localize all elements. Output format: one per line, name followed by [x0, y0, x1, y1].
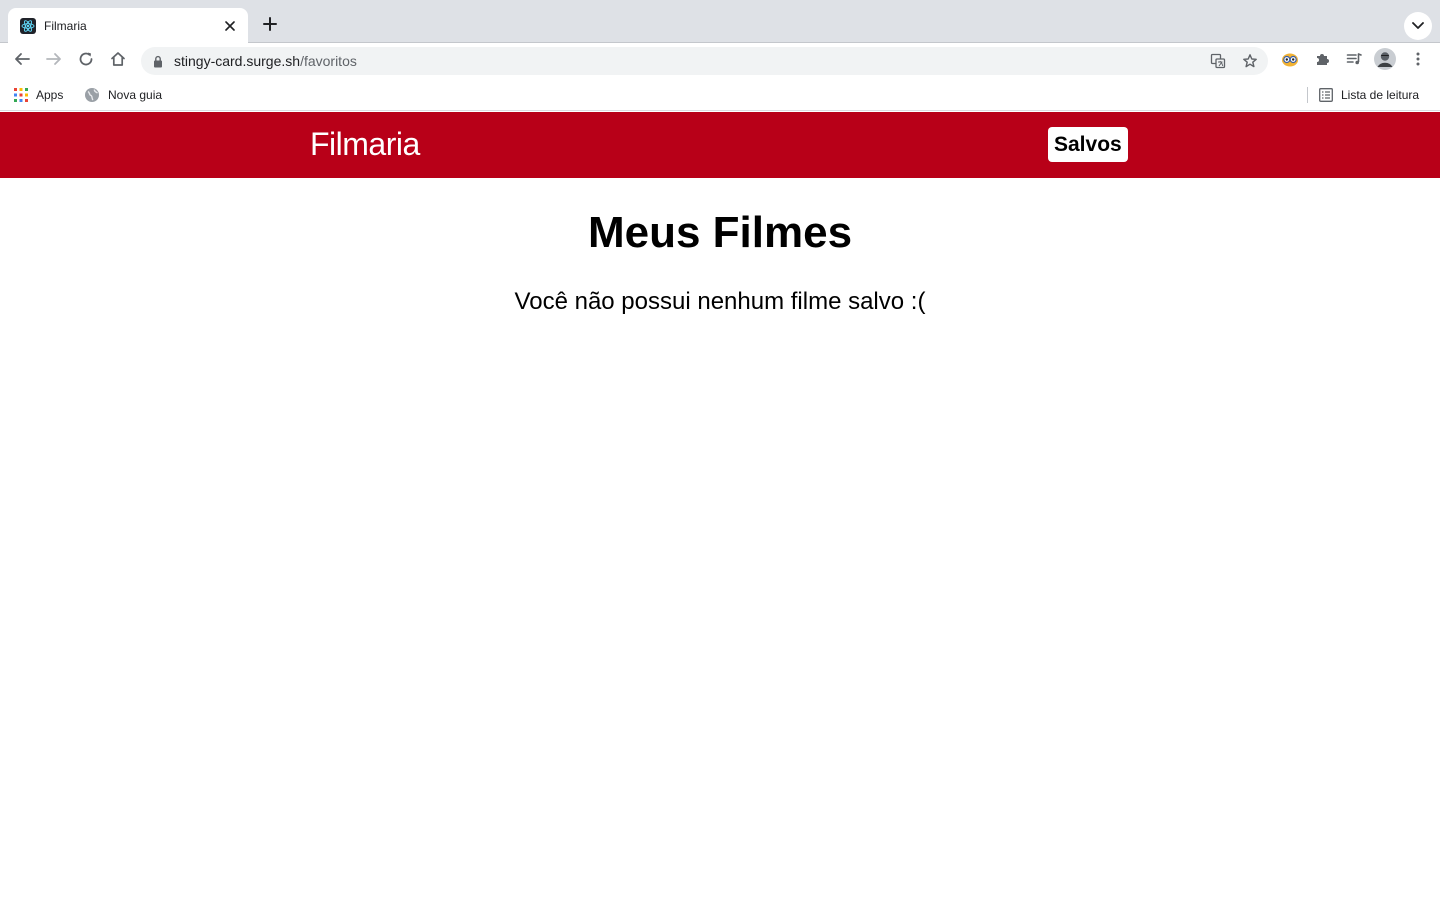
web-page: Filmaria Salvos Meus Filmes Você não pos… [0, 112, 1440, 900]
tab-strip: Filmaria [0, 0, 1440, 43]
close-icon[interactable] [222, 18, 238, 34]
url-host: stingy-card.surge.sh [174, 53, 301, 69]
tab-title: Filmaria [44, 18, 87, 33]
tab-search-button[interactable] [1404, 12, 1432, 40]
reload-button[interactable] [72, 47, 100, 75]
react-icon [20, 17, 36, 34]
bookmark-apps-label: Apps [36, 88, 64, 102]
reload-icon [78, 51, 94, 72]
browser-tab[interactable]: Filmaria [8, 8, 248, 43]
apps-grid-icon [14, 88, 28, 102]
page-title: Meus Filmes [587, 208, 853, 257]
new-tab-button[interactable] [256, 12, 284, 40]
home-icon [110, 51, 126, 72]
arrow-right-icon [46, 51, 62, 72]
empty-state-message: Você não possui nenhum filme salvo :( [514, 288, 926, 315]
extension-owl-button[interactable] [1276, 47, 1304, 75]
plus-icon [263, 16, 277, 36]
forward-button[interactable] [40, 47, 68, 75]
url-path: /favoritos [300, 53, 357, 69]
extensions-button[interactable] [1308, 47, 1336, 75]
bookmark-apps[interactable]: Apps [14, 85, 63, 105]
saved-movies-button[interactable]: Salvos [1048, 127, 1128, 162]
lock-icon [153, 54, 165, 68]
profile-button[interactable] [1371, 47, 1399, 75]
avatar [1374, 47, 1396, 75]
bookmark-nova-guia-label: Nova guia [108, 88, 163, 102]
arrow-left-icon [14, 51, 30, 72]
site-header: Filmaria Salvos [0, 112, 1440, 178]
menu-button[interactable] [1404, 47, 1432, 75]
reading-list-button[interactable]: Lista de leitura [1319, 85, 1419, 105]
bookmarks-bar: Apps Nova guia Lista de leitura [0, 79, 1440, 111]
media-controls-button[interactable] [1340, 47, 1368, 75]
owl-extension-icon [1281, 51, 1299, 72]
globe-icon [84, 87, 100, 103]
puzzle-icon [1314, 51, 1330, 72]
kebab-menu-icon [1416, 52, 1420, 71]
bookmarks-divider [1307, 87, 1308, 103]
playlist-icon [1346, 51, 1362, 72]
reading-list-label: Lista de leitura [1341, 88, 1420, 102]
site-logo-link[interactable]: Filmaria [310, 126, 420, 163]
star-icon[interactable] [1236, 47, 1264, 75]
home-button[interactable] [104, 47, 132, 75]
back-button[interactable] [8, 47, 36, 75]
browser-toolbar: stingy-card.surge.sh/favoritos [0, 43, 1440, 79]
bookmark-nova-guia[interactable]: Nova guia [84, 85, 162, 105]
translate-icon[interactable] [1204, 47, 1232, 75]
chevron-down-icon [1412, 17, 1424, 35]
reading-list-icon [1319, 88, 1333, 102]
address-bar[interactable]: stingy-card.surge.sh/favoritos [141, 47, 1268, 75]
